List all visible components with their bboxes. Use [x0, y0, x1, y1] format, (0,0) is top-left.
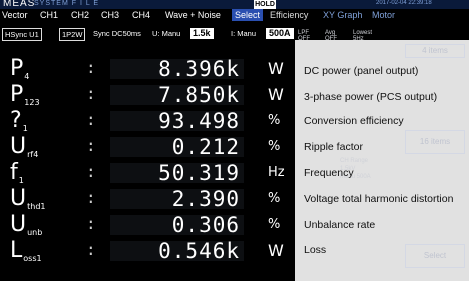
measurement-row-uunb[interactable]: Uunb : 0.306 % — [0, 212, 300, 238]
measurement-unit: % — [268, 113, 281, 128]
measurement-list: P4 : 8.396k W P123 : 7.850k W ?1 : 93.49… — [0, 52, 300, 281]
description-unbalance: Unbalance rate — [304, 219, 376, 231]
value-box: 7.850k — [110, 83, 244, 107]
tab-motor[interactable]: Motor — [372, 9, 395, 21]
description-3phase-power: 3-phase power (PCS output) — [304, 91, 438, 103]
u-range-label[interactable]: U: Manu — [152, 28, 180, 39]
u-range-value[interactable]: 1.5k — [190, 28, 214, 39]
measurement-row-uthd1[interactable]: Uthd1 : 2.390 % — [0, 186, 300, 212]
measurement-unit: W — [268, 59, 284, 78]
status-bar: HSync U1 1P2W Sync DC50ms U: Manu 1.5k I… — [0, 28, 469, 41]
measurement-unit: % — [268, 191, 281, 206]
tab-efficiency[interactable]: Efficiency — [270, 9, 308, 21]
sync-setting[interactable]: Sync DC50ms — [93, 28, 141, 39]
tab-xy-graph[interactable]: XY Graph — [323, 9, 362, 21]
measurement-value: 2.390 — [171, 187, 240, 211]
tab-select[interactable]: Select — [232, 9, 264, 21]
measurement-unit: % — [268, 217, 281, 232]
measurement-row-p123[interactable]: P123 : 7.850k W — [0, 82, 300, 108]
measurement-value: 8.396k — [158, 57, 240, 81]
separator: : — [86, 240, 96, 259]
description-loss: Loss — [304, 244, 327, 256]
i-range-value[interactable]: 500A — [266, 28, 294, 39]
tab-bar: Vector CH1 CH2 CH3 CH4 Wave + Noise Sele… — [0, 9, 469, 21]
hold-indicator: HOLD — [254, 0, 276, 9]
value-box: 0.306 — [110, 213, 244, 237]
measurement-unit: W — [268, 241, 284, 260]
tab-ch4[interactable]: CH4 — [132, 9, 150, 21]
measurement-value: 0.306 — [171, 213, 240, 237]
separator: : — [86, 136, 96, 155]
separator: : — [86, 110, 96, 129]
separator: : — [86, 214, 96, 233]
meas-title[interactable]: MEAS — [3, 0, 35, 9]
measurement-row-loss1[interactable]: Loss1 : 0.546k W — [0, 238, 300, 264]
description-ripple: Ripple factor — [304, 141, 363, 153]
ch-range-label: CH Range — [340, 158, 369, 164]
measurement-value: 93.498 — [158, 109, 240, 133]
lpf-value: OFF — [298, 36, 310, 42]
measurement-row-f1[interactable]: f1 : 50.319 Hz — [0, 160, 300, 186]
tab-ch3[interactable]: CH3 — [101, 9, 119, 21]
value-box: 50.319 — [110, 161, 244, 185]
description-dc-power: DC power (panel output) — [304, 65, 419, 77]
separator: : — [86, 58, 96, 77]
avg-value: OFF — [325, 36, 337, 42]
hsync-setting[interactable]: HSync U1 — [2, 28, 42, 41]
value-box: 0.546k — [110, 239, 244, 263]
description-thd: Voltage total harmonic distortion — [304, 193, 454, 205]
measurement-unit: W — [268, 85, 284, 104]
tab-ch1[interactable]: CH1 — [40, 9, 58, 21]
measurement-symbol: Loss1 — [10, 238, 42, 263]
separator: : — [86, 84, 96, 103]
value-box: 93.498 — [110, 109, 244, 133]
value-box: 8.396k — [110, 57, 244, 81]
measurement-value: 7.850k — [158, 83, 240, 107]
menu-text[interactable]: SYSTEM F I L E — [34, 0, 99, 7]
description-frequency: Frequency — [304, 167, 354, 179]
i-range-label[interactable]: I: Manu — [231, 28, 256, 39]
measurement-value: 50.319 — [158, 161, 240, 185]
separator: : — [86, 162, 96, 181]
measurement-row-eta1[interactable]: ?1 : 93.498 % — [0, 108, 300, 134]
tab-vector[interactable]: Vector — [2, 9, 28, 21]
value-box: 2.390 — [110, 187, 244, 211]
measurement-value: 0.546k — [158, 239, 240, 263]
measurement-unit: % — [268, 139, 281, 154]
measurement-value: 0.212 — [171, 135, 240, 159]
tab-wave-noise[interactable]: Wave + Noise — [165, 9, 221, 21]
separator: : — [86, 188, 96, 207]
lowest-value: 5Hz — [353, 36, 364, 42]
description-efficiency: Conversion efficiency — [304, 115, 404, 127]
top-bar: MEAS SYSTEM F I L E HOLD 2017-02-04 22:3… — [0, 0, 469, 9]
measurement-row-p4[interactable]: P4 : 8.396k W — [0, 56, 300, 82]
value-box: 0.212 — [110, 135, 244, 159]
measurement-row-urf4[interactable]: Urf4 : 0.212 % — [0, 134, 300, 160]
measurement-unit: Hz — [268, 165, 285, 180]
item-count-button[interactable]: 4 items — [405, 44, 465, 58]
tab-ch2[interactable]: CH2 — [71, 9, 89, 21]
wiring-setting[interactable]: 1P2W — [59, 28, 86, 41]
datetime: 2017-02-04 22:39:18 — [376, 0, 432, 6]
